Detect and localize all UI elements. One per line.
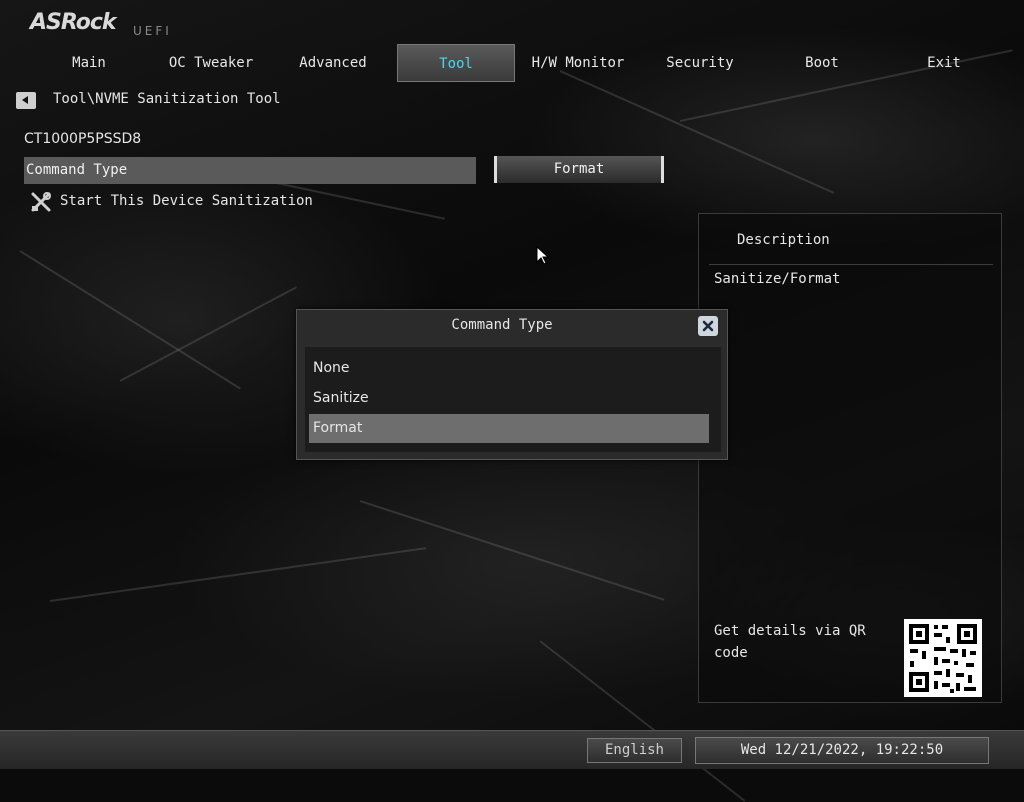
close-icon[interactable] [698,316,718,336]
datetime-display: Wed 12/21/2022, 19:22:50 [695,737,989,764]
tab-tool[interactable]: Tool [397,44,515,82]
asrock-logo: ASRock [30,10,117,35]
command-type-label: Command Type [26,162,128,178]
tab-exit[interactable]: Exit [885,44,1003,82]
start-sanitization-label: Start This Device Sanitization [60,193,313,209]
tab-boot[interactable]: Boot [763,44,881,82]
device-name: CT1000P5PSSD8 [24,131,142,147]
tab-oc-tweaker[interactable]: OC Tweaker [152,44,270,82]
tab-hw-monitor[interactable]: H/W Monitor [519,44,637,82]
option-sanitize[interactable]: Sanitize [309,384,709,413]
breadcrumb-path: Tool\NVME Sanitization Tool [53,91,281,107]
command-type-value-button[interactable]: Format [494,156,664,183]
description-panel: Description Sanitize/Format Get details … [698,213,1002,703]
description-text: Sanitize/Format [714,271,841,287]
description-divider [709,264,993,265]
uefi-label: UEFI [133,24,172,38]
option-none[interactable]: None [309,354,709,383]
main-tabs: Main OC Tweaker Advanced Tool H/W Monito… [30,44,1005,84]
back-arrow-icon[interactable] [16,92,36,109]
popup-option-list: None Sanitize Format [305,347,721,452]
language-button[interactable]: English [587,738,682,763]
qr-code-icon [904,619,982,697]
tab-main[interactable]: Main [30,44,148,82]
tab-security[interactable]: Security [641,44,759,82]
tab-advanced[interactable]: Advanced [274,44,392,82]
status-bar: English Wed 12/21/2022, 19:22:50 [0,730,1024,769]
mouse-cursor-icon [536,246,550,265]
popup-title: Command Type [451,317,553,333]
description-title: Description [737,232,830,248]
qr-hint-text: Get details via QR code [714,623,866,661]
command-type-row[interactable]: Command Type [24,157,476,184]
option-format[interactable]: Format [309,414,709,443]
command-type-popup: Command Type None Sanitize Format [296,309,728,460]
tools-icon [31,192,51,212]
